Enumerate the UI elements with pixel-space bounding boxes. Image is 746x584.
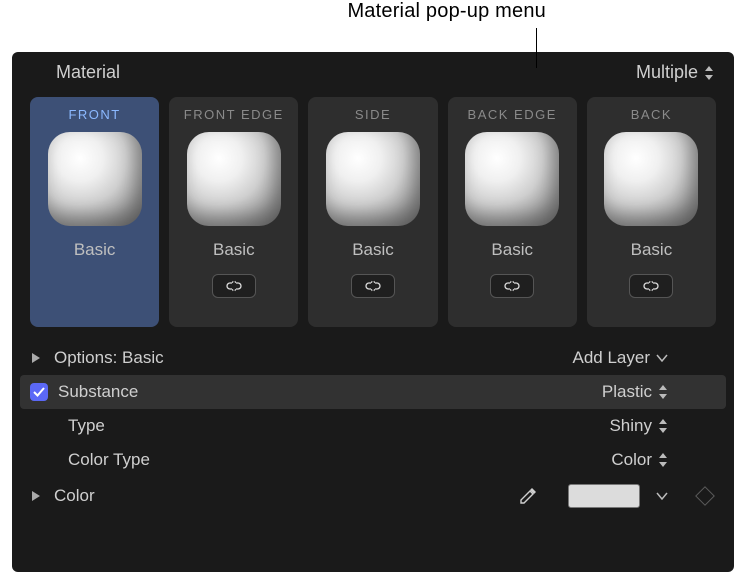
updown-icon: [658, 385, 668, 399]
chevron-down-icon[interactable]: [656, 492, 668, 500]
broken-link-icon: [502, 279, 522, 293]
tile-caption: Basic: [631, 240, 673, 260]
add-layer-button[interactable]: Add Layer: [573, 348, 669, 368]
material-tiles-row: FRONTBasicFRONT EDGEBasicSIDEBasicBACK E…: [12, 97, 734, 327]
broken-link-icon: [363, 279, 383, 293]
color-type-popup[interactable]: Color: [611, 450, 668, 470]
color-type-label: Color Type: [68, 450, 150, 470]
updown-icon: [658, 453, 668, 467]
callout-label: Material pop-up menu: [347, 0, 546, 23]
color-label: Color: [54, 486, 95, 506]
row-color: Color: [20, 477, 726, 515]
material-popup[interactable]: Multiple: [636, 62, 714, 83]
color-well[interactable]: [568, 484, 640, 508]
row-color-type: Color Type Color: [20, 443, 726, 477]
updown-icon: [658, 419, 668, 433]
tile-caption: Basic: [74, 240, 116, 260]
disclosure-icon[interactable]: [30, 489, 44, 503]
tile-title: BACK EDGE: [468, 107, 557, 122]
callout-area: Material pop-up menu: [0, 0, 746, 52]
unlink-button[interactable]: [351, 274, 395, 298]
type-value: Shiny: [609, 416, 652, 436]
updown-icon: [704, 66, 714, 80]
substance-popup[interactable]: Plastic: [602, 382, 668, 402]
tile-caption: Basic: [352, 240, 394, 260]
substance-checkbox[interactable]: [30, 383, 48, 401]
material-tile[interactable]: FRONT Basic: [30, 97, 159, 327]
panel-header: Material Multiple: [12, 52, 734, 91]
row-substance: Substance Plastic: [20, 375, 726, 409]
disclosure-icon[interactable]: [30, 351, 44, 365]
material-preview-icon: [187, 132, 281, 226]
material-preview-icon: [465, 132, 559, 226]
options-label: Options: Basic: [54, 348, 164, 368]
properties-rows: Options: Basic Add Layer Substance Plast…: [20, 341, 726, 515]
tile-caption: Basic: [491, 240, 533, 260]
unlink-button[interactable]: [629, 274, 673, 298]
unlink-button[interactable]: [490, 274, 534, 298]
tile-title: BACK: [631, 107, 672, 122]
material-tile[interactable]: SIDE Basic: [308, 97, 437, 327]
keyframe-icon[interactable]: [695, 486, 715, 506]
broken-link-icon: [641, 279, 661, 293]
type-label: Type: [68, 416, 105, 436]
tile-caption: Basic: [213, 240, 255, 260]
substance-label: Substance: [58, 382, 138, 402]
material-tile[interactable]: BACK EDGE Basic: [448, 97, 577, 327]
material-panel: Material Multiple FRONT Basic FRONT EDGE Ba…: [12, 52, 734, 572]
material-tile[interactable]: BACK Basic: [587, 97, 716, 327]
material-preview-icon: [48, 132, 142, 226]
eyedropper-icon[interactable]: [518, 486, 538, 506]
callout-line: [536, 28, 537, 68]
tile-title: FRONT EDGE: [184, 107, 284, 122]
row-type: Type Shiny: [20, 409, 726, 443]
row-options: Options: Basic Add Layer: [20, 341, 726, 375]
tile-title: FRONT: [68, 107, 120, 122]
substance-value: Plastic: [602, 382, 652, 402]
type-popup[interactable]: Shiny: [609, 416, 668, 436]
material-preview-icon: [326, 132, 420, 226]
panel-title: Material: [56, 62, 120, 83]
broken-link-icon: [224, 279, 244, 293]
chevron-down-icon: [656, 354, 668, 362]
add-layer-label: Add Layer: [573, 348, 651, 368]
material-preview-icon: [604, 132, 698, 226]
unlink-button[interactable]: [212, 274, 256, 298]
material-tile[interactable]: FRONT EDGE Basic: [169, 97, 298, 327]
tile-title: SIDE: [355, 107, 391, 122]
color-type-value: Color: [611, 450, 652, 470]
material-popup-value: Multiple: [636, 62, 698, 83]
